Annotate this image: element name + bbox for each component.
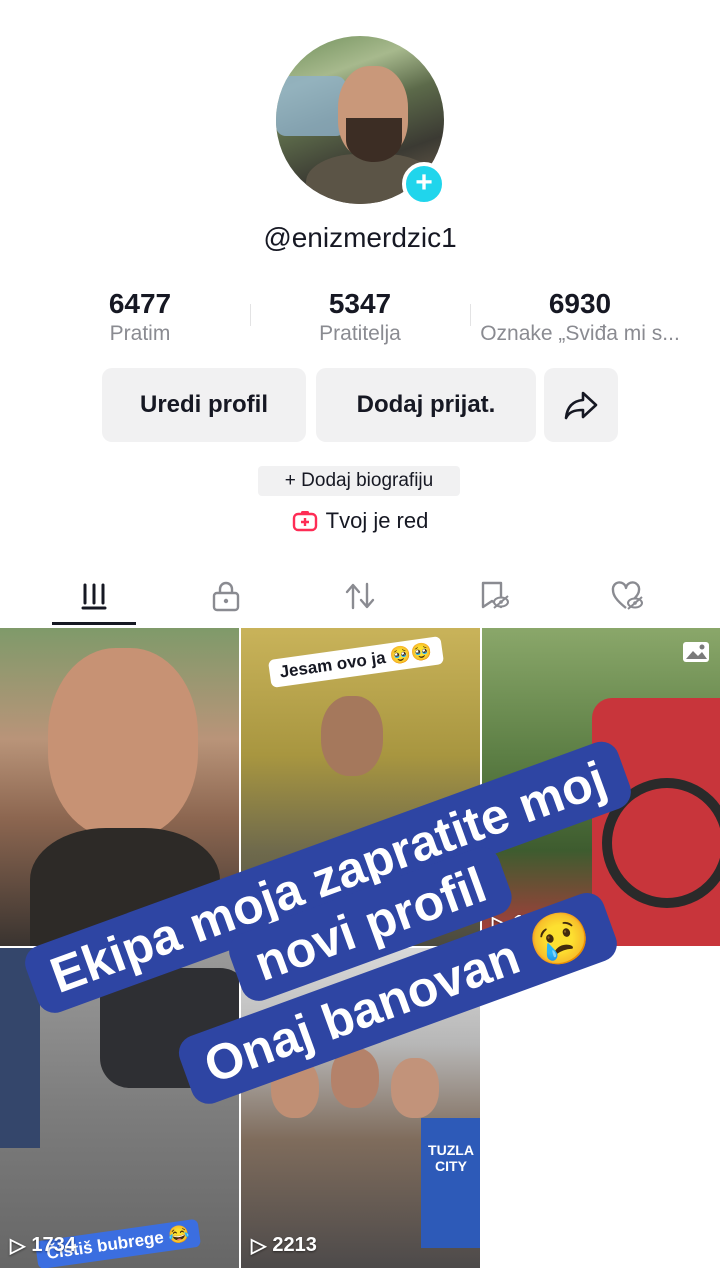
following-count: 6477 [108,288,172,319]
stat-likes[interactable]: 6930 Oznake „Sviđa mi s... [470,288,690,346]
share-icon [564,391,598,420]
tab-videos[interactable] [70,574,118,618]
followers-count: 5347 [328,288,392,319]
followers-label: Pratitelja [319,322,401,345]
username: @enizmerdzic1 [263,222,457,253]
lock-icon [212,581,240,612]
video-caption: Jesam ovo ja 🥹🥹 [267,636,444,688]
share-button[interactable] [544,368,618,442]
profile-tabs [0,566,720,626]
play-icon: ▷ [10,1235,26,1257]
tab-reposts[interactable] [336,574,384,618]
liked-icon [611,581,643,610]
video-thumbnail[interactable]: ▷ 1381 [482,628,720,946]
following-label: Pratim [109,322,171,345]
video-thumbnail[interactable]: Jesam ovo ja 🥹🥹 [241,628,480,946]
add-friends-button[interactable]: Dodaj prijat. [316,368,536,442]
stat-divider [250,304,251,326]
play-icon: ▷ [251,1235,267,1257]
tab-selected-indicator [52,622,136,625]
repost-icon [345,582,375,610]
add-bio-button[interactable]: + Dodaj biografiju [258,466,460,496]
stat-followers[interactable]: 5347 Pratitelja [300,288,420,346]
video-views: ▷ 1381 [492,912,558,935]
profile-header: + @enizmerdzic1 6477 Pratim 5347 Pratite… [0,0,720,620]
jersey: TUZLA CITY [421,1118,480,1248]
add-avatar-icon[interactable]: + [402,162,446,206]
grid-icon [81,583,107,610]
tab-liked[interactable] [604,574,652,618]
stat-following[interactable]: 6477 Pratim [80,288,200,346]
camera-plus-icon [292,511,317,532]
video-thumbnail[interactable]: TUZLA CITY ▷ 2213 [241,948,480,1268]
video-thumbnail[interactable] [0,628,239,946]
video-views: ▷ 1734 [10,1234,76,1257]
tab-private[interactable] [202,574,250,618]
play-icon: ▷ [492,913,508,935]
likes-label: Oznake „Sviđa mi s... [480,322,680,345]
your-turn-link[interactable]: Tvoj je red [0,508,720,534]
tab-favorites[interactable] [470,574,518,618]
video-grid: Jesam ovo ja 🥹🥹 ▷ 1381 Čistiš bubrege 😂 … [0,628,720,1280]
edit-profile-button[interactable]: Uredi profil [102,368,306,442]
your-turn-label: Tvoj je red [325,508,429,533]
video-views: ▷ 2213 [251,1234,317,1257]
empty-cell [482,948,720,1268]
video-thumbnail[interactable]: Čistiš bubrege 😂 ▷ 1734 [0,948,239,1268]
favorites-icon [481,581,509,609]
photo-icon [683,642,709,662]
likes-count: 6930 [548,288,612,319]
